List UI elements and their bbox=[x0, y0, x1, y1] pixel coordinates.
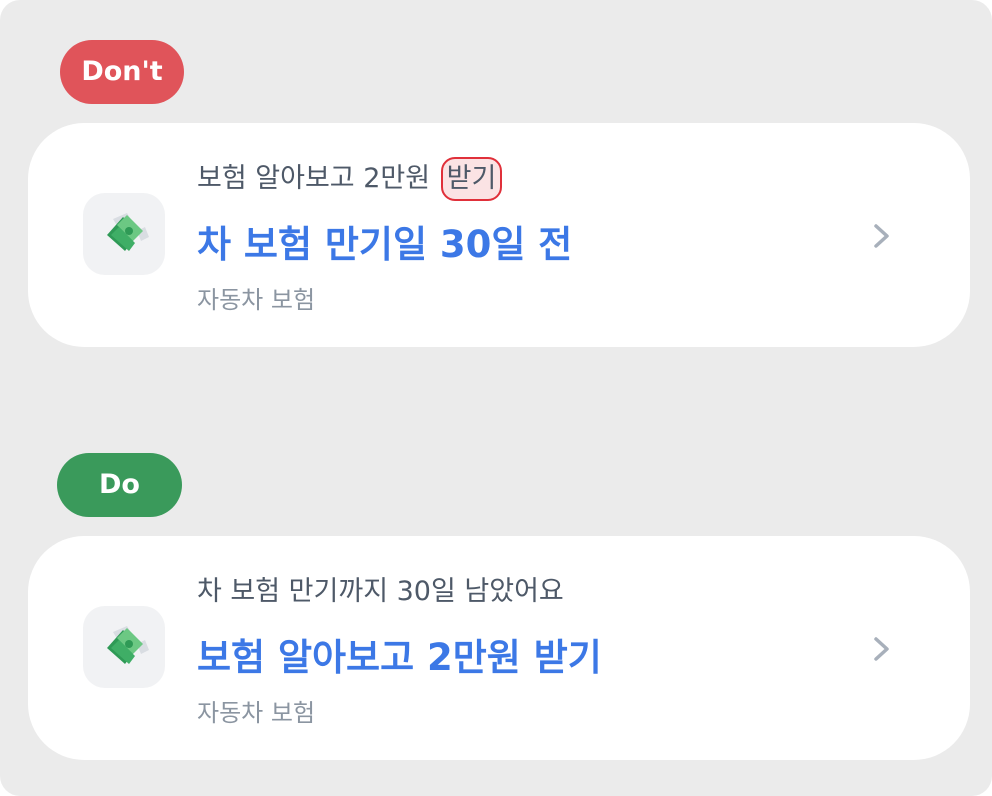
dont-badge: Don't bbox=[60, 40, 184, 104]
dont-card[interactable]: 보험 알아보고 2만원 받기 차 보험 만기일 30일 전 자동차 보험 bbox=[28, 123, 970, 347]
chevron-right-icon bbox=[874, 224, 889, 248]
chevron-right-icon bbox=[874, 637, 889, 661]
card-title: 차 보험 만기일 30일 전 bbox=[197, 223, 573, 266]
card-category: 자동차 보험 bbox=[197, 699, 316, 727]
do-badge: Do bbox=[57, 453, 182, 517]
money-bills-icon bbox=[83, 606, 165, 688]
card-title: 보험 알아보고 2만원 받기 bbox=[197, 636, 602, 679]
highlighted-word: 받기 bbox=[440, 157, 503, 201]
card-subtitle: 차 보험 만기까지 30일 남았어요 bbox=[197, 576, 564, 607]
card-category: 자동차 보험 bbox=[197, 286, 316, 314]
comparison-panel: Don't 보험 알아보고 2만원 받기 차 보험 만기일 30일 전 자동차 … bbox=[0, 0, 992, 796]
do-card[interactable]: 차 보험 만기까지 30일 남았어요 보험 알아보고 2만원 받기 자동차 보험 bbox=[28, 536, 970, 760]
money-bills-icon bbox=[83, 193, 165, 275]
subtitle-text: 보험 알아보고 2만원 bbox=[197, 163, 431, 194]
card-subtitle: 보험 알아보고 2만원 받기 bbox=[197, 156, 503, 201]
